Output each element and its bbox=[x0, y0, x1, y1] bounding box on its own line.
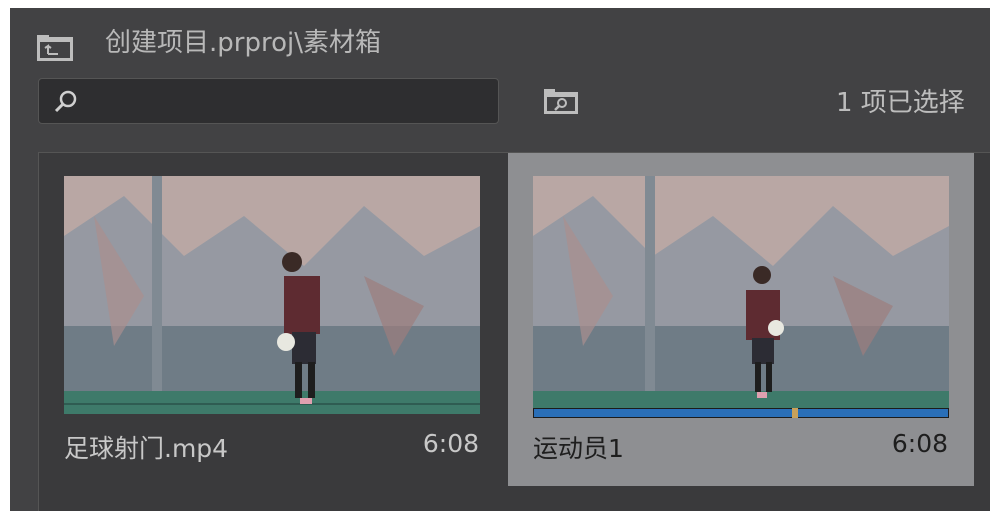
media-grid: 足球射门.mp4 6:08 运动员1 6:08 bbox=[38, 152, 990, 511]
search-input[interactable] bbox=[79, 79, 493, 125]
search-box[interactable] bbox=[38, 78, 499, 125]
panel-header: 创建项目.prproj\素材箱 bbox=[10, 8, 990, 74]
media-tile[interactable]: 足球射门.mp4 6:08 bbox=[39, 153, 505, 486]
search-icon bbox=[54, 90, 77, 113]
clip-name: 运动员1 bbox=[533, 434, 624, 463]
clip-duration: 6:08 bbox=[422, 429, 479, 458]
clip-duration: 6:08 bbox=[891, 429, 948, 458]
clip-name: 足球射门.mp4 bbox=[64, 434, 229, 463]
find-in-folder-icon[interactable] bbox=[543, 88, 579, 116]
soccer-player-thumbnail bbox=[533, 176, 949, 414]
selection-count: 1 项已选择 bbox=[836, 88, 965, 118]
bin-path-title: 创建项目.prproj\素材箱 bbox=[105, 28, 381, 58]
soccer-player-thumbnail bbox=[64, 176, 480, 414]
playhead-progress-bar[interactable] bbox=[533, 408, 949, 418]
playhead-marker[interactable] bbox=[792, 408, 798, 418]
folder-up-icon[interactable] bbox=[36, 34, 74, 62]
project-bin-panel: 创建项目.prproj\素材箱 1 项已选择 足球射门.mp4 6:08 运动员… bbox=[10, 8, 990, 511]
media-tile-selected[interactable]: 运动员1 6:08 bbox=[508, 153, 974, 486]
